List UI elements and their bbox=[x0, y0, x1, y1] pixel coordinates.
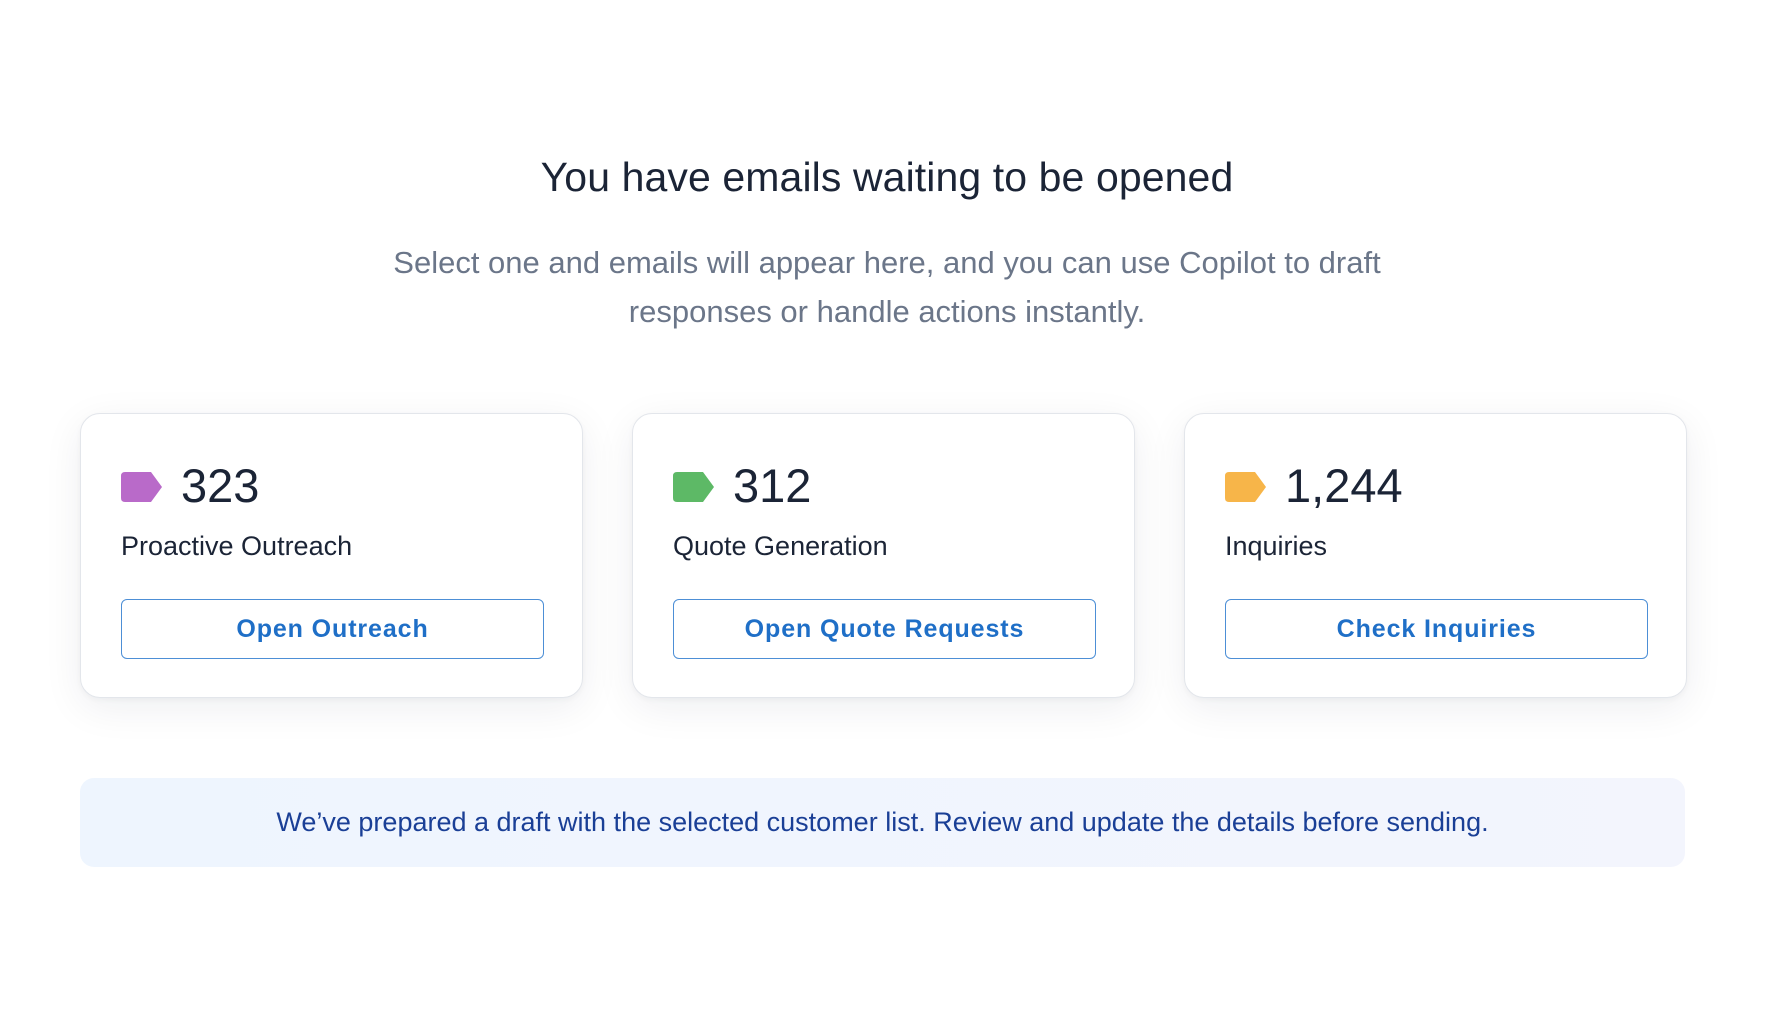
open-quote-requests-button[interactable]: Open Quote Requests bbox=[673, 599, 1096, 659]
draft-notice-banner: We’ve prepared a draft with the selected… bbox=[80, 778, 1685, 867]
card-label: Proactive Outreach bbox=[121, 531, 353, 561]
card-count: 312 bbox=[733, 459, 812, 512]
email-categories-panel: You have emails waiting to be opened Sel… bbox=[0, 0, 1774, 1010]
card-inquiries: 1,244 Inquiries Check Inquiries bbox=[1184, 413, 1687, 698]
open-outreach-button[interactable]: Open Outreach bbox=[121, 599, 544, 659]
page-title: You have emails waiting to be opened bbox=[540, 154, 1234, 200]
draft-notice-text: We’ve prepared a draft with the selected… bbox=[276, 807, 1489, 837]
card-quote-generation: 312 Quote Generation Open Quote Requests bbox=[632, 413, 1135, 698]
tag-icon bbox=[673, 472, 714, 502]
card-count: 323 bbox=[181, 459, 260, 512]
check-inquiries-button[interactable]: Check Inquiries bbox=[1225, 599, 1648, 659]
tag-shape bbox=[673, 472, 714, 502]
card-proactive-outreach: 323 Proactive Outreach Open Outreach bbox=[80, 413, 583, 698]
category-cards: 323 Proactive Outreach Open Outreach 312… bbox=[80, 413, 1687, 698]
card-label: Inquiries bbox=[1225, 531, 1328, 561]
tag-shape bbox=[1225, 472, 1266, 502]
tag-shape bbox=[121, 472, 162, 502]
tag-icon bbox=[1225, 472, 1266, 502]
card-label: Quote Generation bbox=[673, 531, 888, 561]
page-subtitle: Select one and emails will appear here, … bbox=[393, 245, 1381, 329]
tag-icon bbox=[121, 472, 162, 502]
card-count: 1,244 bbox=[1285, 459, 1403, 512]
